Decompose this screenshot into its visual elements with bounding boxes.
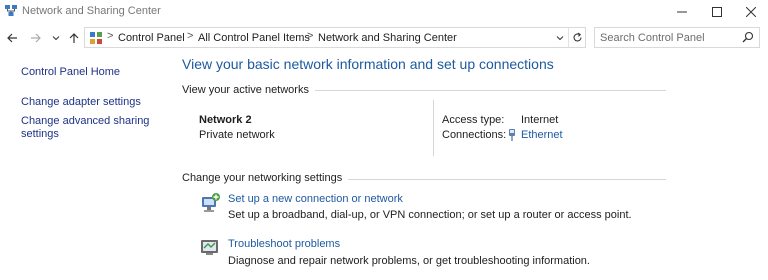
- section-divider: [334, 179, 666, 180]
- close-button[interactable]: [733, 0, 768, 24]
- address-bar[interactable]: > Control Panel > All Control Panel Item…: [84, 27, 586, 48]
- minimize-button[interactable]: [664, 0, 700, 24]
- troubleshoot-problems-link[interactable]: Troubleshoot problems: [228, 238, 340, 250]
- network-type: Private network: [199, 129, 275, 141]
- network-sharing-icon: [4, 4, 18, 18]
- search-icon[interactable]: [742, 31, 756, 45]
- new-connection-icon: [199, 192, 221, 214]
- breadcrumb-separator: >: [187, 30, 194, 42]
- window-title: Network and Sharing Center: [22, 5, 161, 17]
- address-dropdown-button[interactable]: [553, 31, 567, 45]
- left-pane: Control Panel Home Change adapter settin…: [0, 56, 170, 280]
- back-arrow-icon: [7, 33, 17, 43]
- back-button[interactable]: [4, 29, 20, 47]
- access-type-label: Access type:: [442, 114, 505, 126]
- search-box[interactable]: [594, 27, 760, 48]
- up-arrow-icon: [69, 33, 79, 43]
- chevron-down-icon: [52, 36, 60, 41]
- refresh-button[interactable]: [568, 28, 585, 47]
- breadcrumb-network-sharing[interactable]: Network and Sharing Center: [318, 32, 457, 44]
- maximize-button[interactable]: [699, 0, 735, 24]
- ethernet-connection-link[interactable]: Ethernet: [521, 129, 563, 141]
- forward-button[interactable]: [28, 29, 44, 47]
- network-name: Network 2: [199, 114, 252, 126]
- navigation-bar: > Control Panel > All Control Panel Item…: [0, 27, 768, 49]
- control-panel-icon: [89, 31, 103, 45]
- search-input[interactable]: [600, 31, 740, 45]
- active-networks-header: View your active networks: [182, 84, 315, 96]
- up-button[interactable]: [66, 29, 82, 47]
- recent-locations-button[interactable]: [48, 29, 64, 47]
- section-divider: [290, 90, 666, 91]
- vertical-divider: [433, 100, 434, 156]
- change-adapter-settings-link[interactable]: Change adapter settings: [21, 96, 141, 109]
- networking-settings-header: Change your networking settings: [182, 172, 349, 184]
- access-type-value: Internet: [521, 114, 559, 126]
- troubleshoot-problems-description: Diagnose and repair network problems, or…: [228, 255, 590, 267]
- troubleshoot-icon: [199, 237, 221, 259]
- page-title: View your basic network information and …: [182, 56, 554, 72]
- refresh-icon: [572, 32, 582, 42]
- control-panel-home-link[interactable]: Control Panel Home: [21, 66, 120, 79]
- ethernet-icon: [506, 128, 518, 142]
- setup-new-connection-description: Set up a broadband, dial-up, or VPN conn…: [228, 209, 632, 221]
- breadcrumb-separator: >: [307, 30, 314, 42]
- change-advanced-sharing-link[interactable]: Change advanced sharing settings: [21, 115, 151, 141]
- setup-new-connection-link[interactable]: Set up a new connection or network: [228, 193, 403, 205]
- breadcrumb-control-panel[interactable]: Control Panel: [118, 32, 185, 44]
- connections-label: Connections:: [442, 129, 507, 141]
- breadcrumb-all-items[interactable]: All Control Panel Items: [198, 32, 310, 44]
- breadcrumb-separator: >: [107, 30, 114, 42]
- chevron-down-icon: [556, 36, 564, 41]
- title-bar: Network and Sharing Center: [0, 0, 768, 24]
- forward-arrow-icon: [31, 33, 41, 43]
